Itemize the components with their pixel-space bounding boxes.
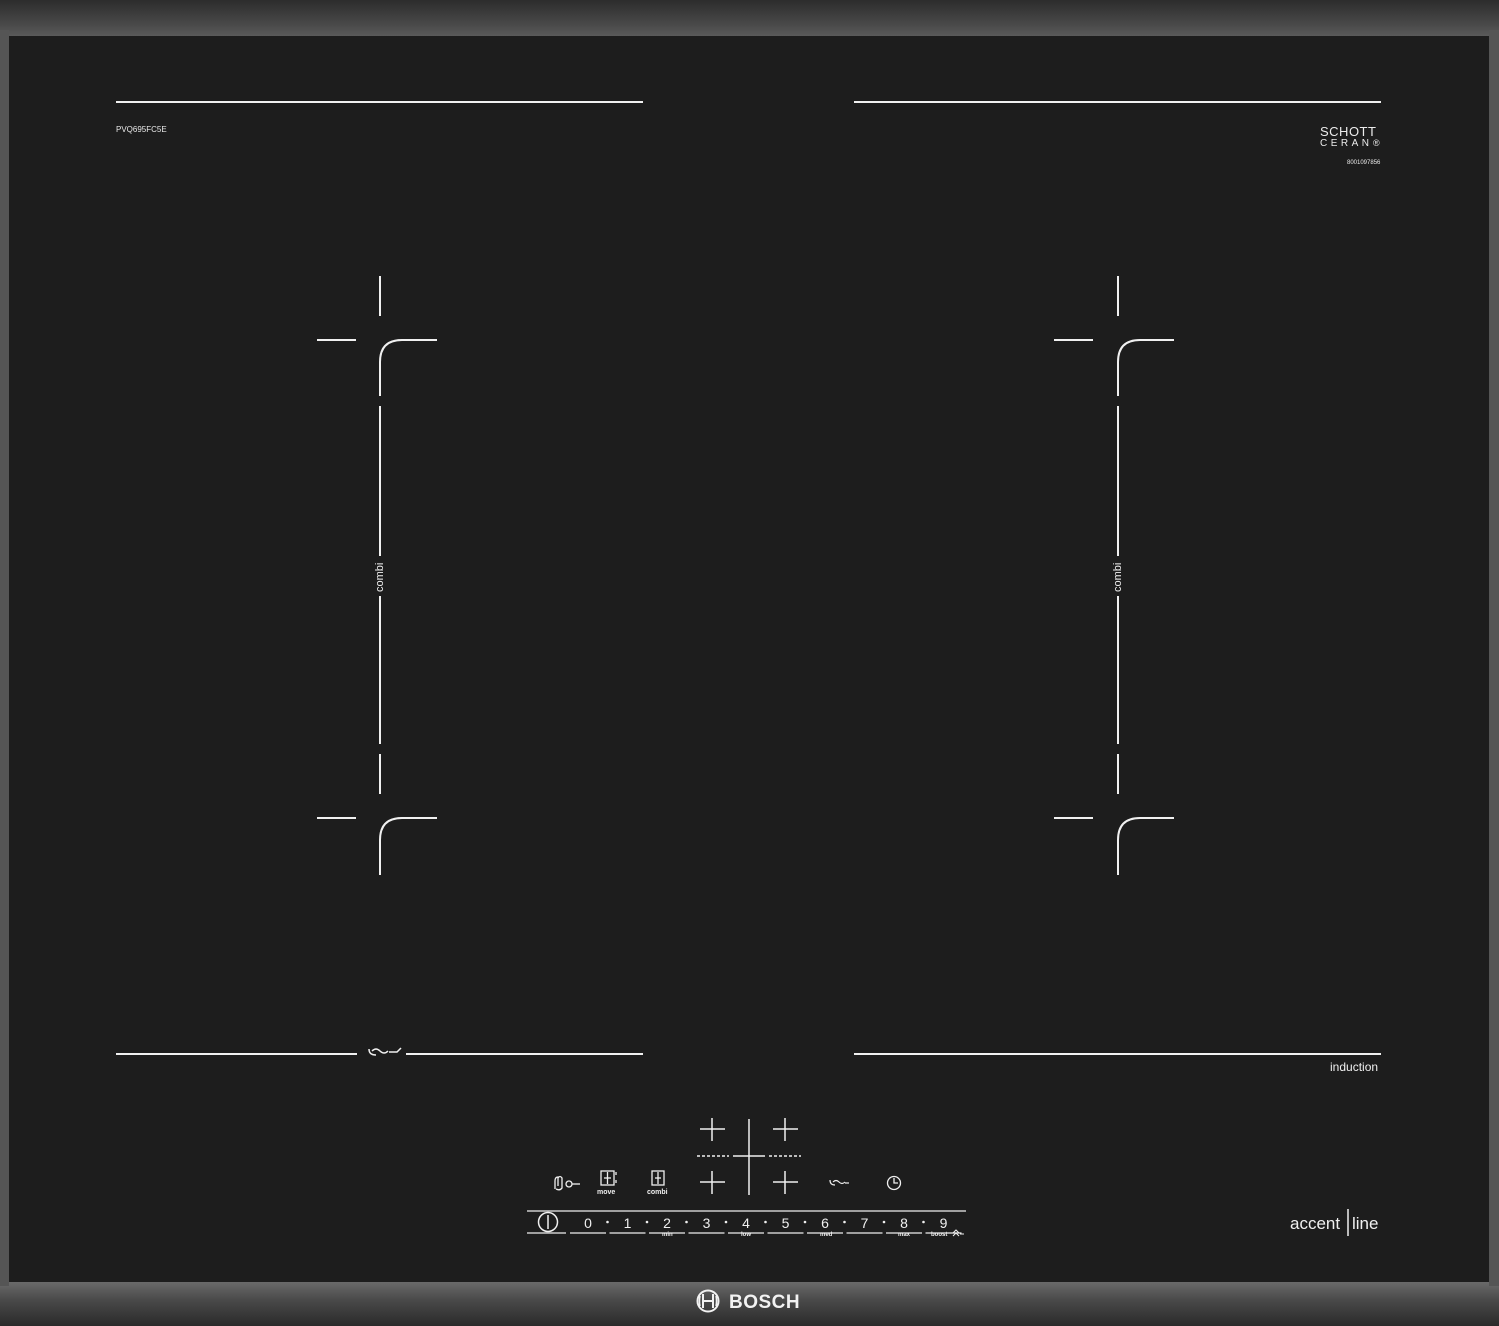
frame-right-edge [1489,30,1499,1286]
left-combi-label: combi [374,563,386,592]
power-level-1[interactable]: 1 [624,1215,632,1231]
slider-dot [724,1220,728,1224]
power-level-2[interactable]: 2 [663,1215,671,1231]
power-level-4[interactable]: 4 [742,1215,750,1231]
slider-dot [882,1220,886,1224]
model-number: PVQ695FC5E [116,125,167,134]
power-level-0[interactable]: 0 [584,1215,592,1231]
hint-min: min [662,1232,673,1238]
slider-dot [922,1220,925,1224]
frame-top-edge [0,0,1499,36]
combi-label: combi [647,1189,668,1196]
induction-hob: PVQ695FC5E SCHOTT CERAN ® 8001097856 com… [0,0,1499,1326]
svg-text:®: ® [1373,138,1380,148]
power-level-7[interactable]: 7 [861,1215,869,1231]
move-label: move [597,1189,615,1196]
svg-text:BOSCH: BOSCH [729,1292,800,1313]
hint-low: low [741,1232,751,1238]
right-combi-label: combi [1112,563,1124,592]
slider-dot [685,1220,688,1224]
svg-text:CERAN: CERAN [1320,138,1373,149]
slider-dot [843,1220,846,1224]
svg-text:accent: accent [1290,1214,1340,1233]
hint-boost: boost [931,1232,947,1238]
slider-dot [645,1220,649,1224]
power-level-5[interactable]: 5 [782,1215,790,1231]
slider-dot [764,1220,767,1224]
svg-text:SCHOTT: SCHOTT [1320,124,1376,139]
svg-text:line: line [1352,1214,1378,1233]
power-level-6[interactable]: 6 [821,1215,829,1231]
svg-text:8001097856: 8001097856 [1347,160,1381,166]
slider-dot [803,1220,807,1224]
frame-left-edge [0,30,9,1286]
power-level-8[interactable]: 8 [900,1215,908,1231]
power-level-3[interactable]: 3 [703,1215,711,1231]
accent-line-logo: accent line [1290,1209,1378,1236]
hint-max: max [898,1232,911,1238]
slider-dot [606,1220,609,1224]
ceramic-glass [9,36,1489,1282]
power-level-9[interactable]: 9 [940,1215,948,1231]
induction-label: induction [1330,1060,1378,1074]
hint-med: med [820,1232,833,1238]
